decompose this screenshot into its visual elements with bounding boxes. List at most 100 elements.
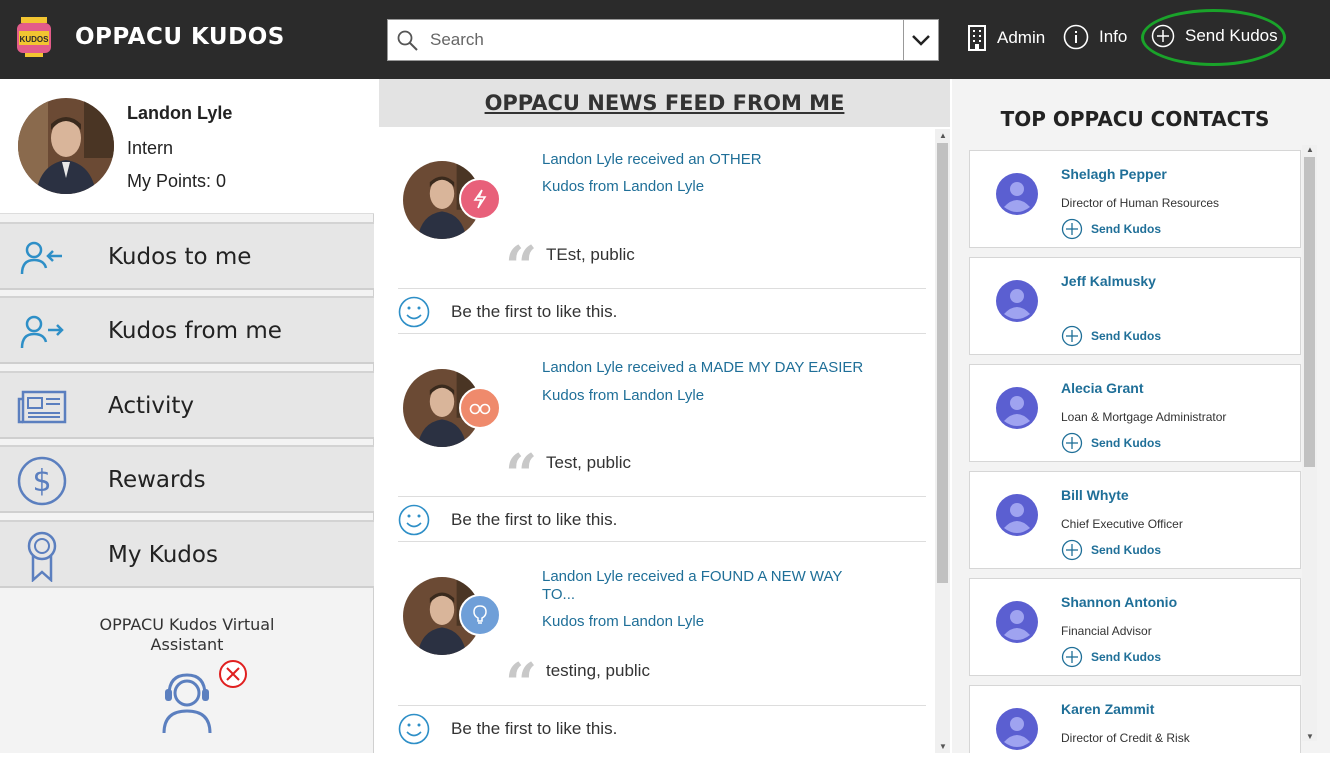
menu-activity[interactable]: Activity: [0, 371, 374, 439]
contact-name[interactable]: Jeff Kalmusky: [1061, 273, 1156, 289]
menu-rewards[interactable]: $ Rewards: [0, 445, 374, 513]
news-feed: OPPACU NEWS FEED FROM ME Landon Lyle rec…: [376, 79, 950, 753]
user-avatar-icon[interactable]: [996, 280, 1038, 322]
contacts-scrollbar[interactable]: ▲ ▼: [1302, 145, 1317, 741]
left-panel: Landon Lyle Intern My Points: 0 Kudos to…: [0, 79, 374, 753]
scroll-down-icon[interactable]: ▼: [939, 742, 947, 751]
like-row: Be the first to like this.: [398, 705, 926, 751]
like-row: Be the first to like this.: [398, 496, 926, 542]
post-headline[interactable]: Landon Lyle received an OTHER: [542, 151, 872, 169]
app-title[interactable]: OPPACU KUDOS: [75, 24, 285, 50]
plus-circle-icon: [1061, 646, 1083, 668]
highlight-annotation: [1141, 9, 1286, 66]
search-dropdown-button[interactable]: [903, 20, 938, 60]
profile-name[interactable]: Landon Lyle: [127, 103, 232, 124]
contact-card: Karen Zammit Director of Credit & Risk: [969, 685, 1301, 753]
search-bar: [387, 19, 939, 61]
svg-text:$: $: [32, 464, 51, 499]
plus-circle-icon: [1061, 432, 1083, 454]
scroll-up-icon[interactable]: ▲: [1306, 145, 1314, 154]
contact-name[interactable]: Bill Whyte: [1061, 487, 1129, 503]
like-text: Be the first to like this.: [451, 302, 618, 321]
award-ribbon-icon: [16, 531, 68, 582]
post-from[interactable]: Kudos from Landon Lyle: [542, 387, 704, 404]
contact-name[interactable]: Shannon Antonio: [1061, 594, 1177, 610]
search-input[interactable]: [430, 26, 900, 54]
post-from[interactable]: Kudos from Landon Lyle: [542, 178, 704, 195]
contact-name[interactable]: Alecia Grant: [1061, 380, 1143, 396]
lightbulb-icon: [473, 605, 487, 624]
like-text: Be the first to like this.: [451, 719, 618, 738]
contact-name[interactable]: Karen Zammit: [1061, 701, 1154, 717]
plus-circle-icon: [1061, 218, 1083, 240]
contact-card: Shannon Antonio Financial Advisor Send K…: [969, 578, 1301, 676]
feed-header: OPPACU NEWS FEED FROM ME: [379, 79, 950, 127]
feed-scroll-thumb[interactable]: [937, 143, 948, 583]
user-avatar-icon[interactable]: [996, 708, 1038, 750]
contact-send-kudos-button[interactable]: Send Kudos: [1061, 218, 1161, 240]
user-avatar-icon[interactable]: [996, 494, 1038, 536]
newspaper-icon: [16, 383, 68, 431]
user-avatar-icon[interactable]: [996, 601, 1038, 643]
scroll-down-icon[interactable]: ▼: [1306, 732, 1314, 741]
post-headline[interactable]: Landon Lyle received a MADE MY DAY EASIE…: [542, 359, 872, 377]
admin-label: Admin: [997, 28, 1046, 47]
kudos-badge: [459, 387, 501, 429]
profile-card: Landon Lyle Intern My Points: 0: [0, 79, 374, 214]
contact-title: Financial Advisor: [1061, 624, 1152, 638]
menu-label: Kudos from me: [108, 318, 282, 344]
chevron-down-icon: [912, 35, 930, 46]
post-from[interactable]: Kudos from Landon Lyle: [542, 613, 704, 630]
send-kudos-label: Send Kudos: [1091, 650, 1162, 664]
avatar[interactable]: [18, 98, 114, 194]
info-icon: [1063, 24, 1089, 50]
feed-scrollbar[interactable]: ▲ ▼: [935, 129, 950, 753]
user-arrow-in-icon: [16, 234, 68, 282]
lightning-icon: [473, 189, 487, 209]
contacts-scroll-thumb[interactable]: [1304, 157, 1315, 467]
contact-name[interactable]: Shelagh Pepper: [1061, 166, 1167, 182]
dollar-circle-icon: $: [16, 456, 68, 506]
kudos-badge: [459, 594, 501, 636]
close-icon[interactable]: [217, 658, 249, 695]
scroll-up-icon[interactable]: ▲: [939, 131, 947, 140]
info-link[interactable]: Info: [1063, 24, 1127, 50]
like-text: Be the first to like this.: [451, 510, 618, 529]
send-kudos-label: Send Kudos: [1091, 436, 1162, 450]
post-headline[interactable]: Landon Lyle received a FOUND A NEW WAY T…: [542, 568, 872, 604]
quote-icon: “: [505, 651, 538, 717]
plus-circle-icon: [1061, 539, 1083, 561]
feed-title[interactable]: OPPACU NEWS FEED FROM ME: [485, 91, 845, 115]
building-icon: [968, 25, 986, 51]
contact-send-kudos-button[interactable]: Send Kudos: [1061, 646, 1161, 668]
glasses-icon: [469, 403, 491, 415]
smiley-icon[interactable]: [398, 713, 430, 745]
user-avatar-icon[interactable]: [996, 387, 1038, 429]
profile-role: Intern: [127, 138, 174, 158]
headset-agent-icon[interactable]: [156, 671, 218, 740]
menu-kudos-from-me[interactable]: Kudos from me: [0, 296, 374, 364]
contact-send-kudos-button[interactable]: Send Kudos: [1061, 432, 1161, 454]
profile-points: My Points: 0: [127, 171, 227, 191]
contact-send-kudos-button[interactable]: Send Kudos: [1061, 325, 1161, 347]
admin-link[interactable]: Admin: [967, 24, 1045, 52]
contact-card: Shelagh Pepper Director of Human Resourc…: [969, 150, 1301, 248]
logo-text: KUDOS: [20, 35, 50, 44]
user-avatar-icon[interactable]: [996, 173, 1038, 215]
menu-label: Kudos to me: [108, 244, 252, 270]
menu-label: Activity: [108, 393, 195, 419]
quote-icon: “: [505, 442, 538, 508]
menu-label: My Kudos: [108, 542, 218, 568]
smiley-icon[interactable]: [398, 296, 430, 328]
kudos-badge: [459, 178, 501, 220]
virtual-assistant: OPPACU Kudos Virtual Assistant: [0, 615, 374, 734]
contact-card: Bill Whyte Chief Executive Officer Send …: [969, 471, 1301, 569]
menu-my-kudos[interactable]: My Kudos: [0, 520, 374, 588]
like-row: Be the first to like this.: [398, 288, 926, 334]
contact-title: Director of Credit & Risk: [1061, 731, 1190, 745]
contact-send-kudos-button[interactable]: Send Kudos: [1061, 539, 1161, 561]
kudos-logo[interactable]: KUDOS: [13, 15, 55, 59]
menu-kudos-to-me[interactable]: Kudos to me: [0, 222, 374, 290]
send-kudos-label: Send Kudos: [1091, 543, 1162, 557]
smiley-icon[interactable]: [398, 504, 430, 536]
